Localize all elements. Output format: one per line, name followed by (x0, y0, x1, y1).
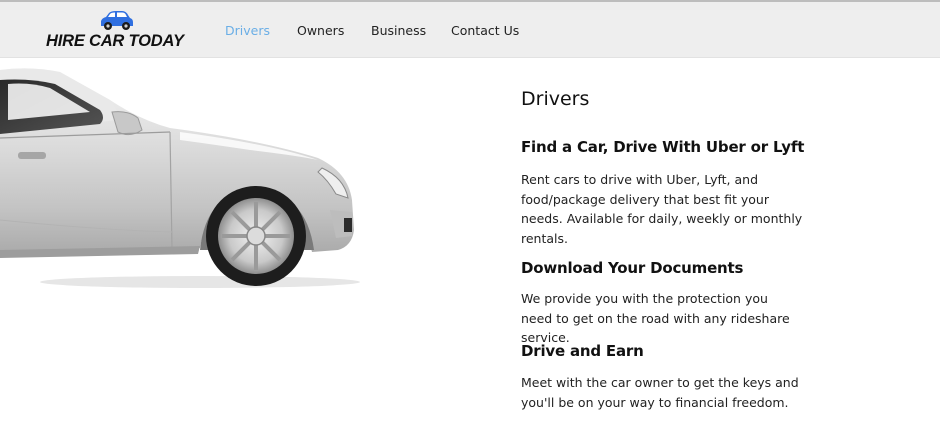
section-heading-documents: Download Your Documents (521, 259, 744, 277)
section-body-drive-earn: Meet with the car owner to get the keys … (521, 375, 799, 410)
silver-sedan-image (0, 68, 360, 288)
section-body-documents: We provide you with the protection you n… (521, 291, 790, 345)
nav-business[interactable]: Business (371, 23, 426, 38)
blue-car-icon (101, 11, 133, 30)
site-header: HIRE CAR TODAY Drivers Owners Business C… (0, 2, 940, 58)
nav-drivers[interactable]: Drivers (225, 23, 270, 38)
site-logo[interactable]: HIRE CAR TODAY (46, 10, 186, 52)
section-heading-find-car: Find a Car, Drive With Uber or Lyft (521, 138, 805, 156)
nav-contact-us[interactable]: Contact Us (451, 23, 519, 38)
nav-owners[interactable]: Owners (297, 23, 344, 38)
section-heading-drive-earn: Drive and Earn (521, 342, 644, 360)
logo-text: HIRE CAR TODAY (46, 32, 184, 50)
section-body-find-car: Rent cars to drive with Uber, Lyft, and … (521, 172, 803, 246)
page-title: Drivers (521, 88, 590, 110)
